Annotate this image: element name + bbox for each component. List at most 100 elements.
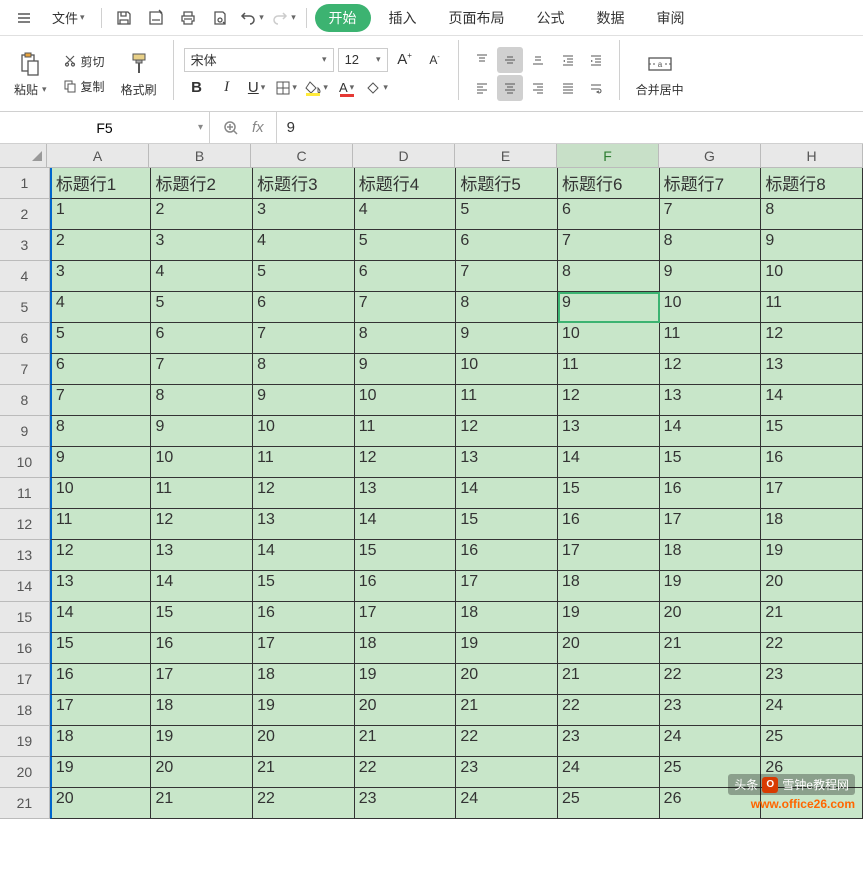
paste-button[interactable]: 粘贴▾ xyxy=(8,45,53,102)
cell[interactable]: 22 xyxy=(761,633,863,664)
save-as-button[interactable] xyxy=(142,4,170,32)
cell[interactable]: 21 xyxy=(660,633,762,664)
cell[interactable]: 14 xyxy=(355,509,457,540)
cell[interactable]: 23 xyxy=(355,788,457,819)
cell[interactable]: 17 xyxy=(355,602,457,633)
cell[interactable]: 23 xyxy=(558,726,660,757)
cell[interactable]: 18 xyxy=(50,726,152,757)
cell[interactable]: 标题行1 xyxy=(50,168,152,199)
cell[interactable]: 24 xyxy=(558,757,660,788)
cell[interactable]: 11 xyxy=(151,478,253,509)
cell[interactable]: 20 xyxy=(558,633,660,664)
decrease-indent-button[interactable] xyxy=(555,47,581,73)
cell[interactable]: 22 xyxy=(253,788,355,819)
cell[interactable]: 16 xyxy=(151,633,253,664)
cell[interactable]: 12 xyxy=(660,354,762,385)
cell[interactable]: 9 xyxy=(355,354,457,385)
cell[interactable]: 标题行4 xyxy=(355,168,457,199)
wrap-text-button[interactable] xyxy=(583,75,609,101)
cell[interactable]: 25 xyxy=(558,788,660,819)
cell[interactable]: 18 xyxy=(558,571,660,602)
italic-button[interactable]: I xyxy=(214,75,240,101)
cell[interactable]: 23 xyxy=(456,757,558,788)
cell[interactable]: 15 xyxy=(456,509,558,540)
cell[interactable]: 2 xyxy=(50,230,152,261)
cell[interactable]: 14 xyxy=(558,447,660,478)
name-box-input[interactable] xyxy=(0,120,209,136)
cell[interactable]: 3 xyxy=(50,261,152,292)
row-header[interactable]: 6 xyxy=(0,323,50,354)
cell[interactable]: 17 xyxy=(456,571,558,602)
cell[interactable]: 10 xyxy=(253,416,355,447)
cell[interactable]: 10 xyxy=(50,478,152,509)
increase-font-button[interactable]: A+ xyxy=(392,47,418,73)
cell[interactable]: 标题行6 xyxy=(558,168,660,199)
cell[interactable]: 15 xyxy=(50,633,152,664)
row-header[interactable]: 21 xyxy=(0,788,50,819)
cell[interactable]: 11 xyxy=(456,385,558,416)
cell[interactable]: 10 xyxy=(355,385,457,416)
cell[interactable]: 8 xyxy=(558,261,660,292)
cell[interactable]: 6 xyxy=(456,230,558,261)
tab-start[interactable]: 开始 xyxy=(315,4,371,32)
row-header[interactable]: 9 xyxy=(0,416,50,447)
orientation-button[interactable] xyxy=(555,75,581,101)
cell[interactable]: 10 xyxy=(558,323,660,354)
cell[interactable]: 10 xyxy=(660,292,762,323)
cell[interactable]: 22 xyxy=(355,757,457,788)
cell[interactable]: 15 xyxy=(253,571,355,602)
cell[interactable]: 13 xyxy=(558,416,660,447)
cell[interactable]: 15 xyxy=(660,447,762,478)
column-header-D[interactable]: D xyxy=(353,144,455,168)
cell[interactable]: 18 xyxy=(151,695,253,726)
trace-icon[interactable] xyxy=(222,119,240,137)
cell[interactable]: 11 xyxy=(355,416,457,447)
cell[interactable]: 14 xyxy=(456,478,558,509)
print-button[interactable] xyxy=(174,4,202,32)
column-header-G[interactable]: G xyxy=(659,144,761,168)
column-header-E[interactable]: E xyxy=(455,144,557,168)
cell[interactable]: 13 xyxy=(660,385,762,416)
cell[interactable]: 11 xyxy=(558,354,660,385)
border-button[interactable]: ▾ xyxy=(274,75,300,101)
cell[interactable]: 7 xyxy=(50,385,152,416)
cell[interactable]: 17 xyxy=(253,633,355,664)
row-header[interactable]: 19 xyxy=(0,726,50,757)
cell[interactable]: 20 xyxy=(660,602,762,633)
cell[interactable]: 标题行2 xyxy=(151,168,253,199)
cell[interactable]: 8 xyxy=(253,354,355,385)
cell[interactable]: 4 xyxy=(355,199,457,230)
cell[interactable]: 19 xyxy=(660,571,762,602)
cell[interactable]: 18 xyxy=(253,664,355,695)
cell[interactable]: 5 xyxy=(151,292,253,323)
cell[interactable]: 13 xyxy=(253,509,355,540)
cell[interactable]: 20 xyxy=(151,757,253,788)
cell[interactable]: 15 xyxy=(761,416,863,447)
cell[interactable]: 16 xyxy=(660,478,762,509)
name-box[interactable]: ▾ xyxy=(0,112,210,143)
cell[interactable]: 17 xyxy=(151,664,253,695)
row-header[interactable]: 11 xyxy=(0,478,50,509)
row-header[interactable]: 13 xyxy=(0,540,50,571)
cut-button[interactable]: 剪切 xyxy=(57,50,111,73)
format-painter-button[interactable]: 格式刷 xyxy=(115,45,163,102)
row-header[interactable]: 14 xyxy=(0,571,50,602)
cell[interactable]: 21 xyxy=(761,602,863,633)
cell[interactable]: 13 xyxy=(50,571,152,602)
column-header-F[interactable]: F xyxy=(557,144,659,168)
tab-formula[interactable]: 公式 xyxy=(523,2,579,34)
cell[interactable]: 9 xyxy=(761,230,863,261)
cell[interactable]: 19 xyxy=(50,757,152,788)
cell[interactable]: 8 xyxy=(355,323,457,354)
row-header[interactable]: 16 xyxy=(0,633,50,664)
cell[interactable]: 12 xyxy=(456,416,558,447)
cell[interactable]: 23 xyxy=(660,695,762,726)
cell[interactable]: 3 xyxy=(151,230,253,261)
column-header-A[interactable]: A xyxy=(47,144,149,168)
cell[interactable]: 标题行8 xyxy=(761,168,863,199)
cell[interactable]: 7 xyxy=(253,323,355,354)
cell[interactable]: 15 xyxy=(355,540,457,571)
cell[interactable]: 8 xyxy=(456,292,558,323)
cell[interactable]: 16 xyxy=(558,509,660,540)
cell[interactable]: 17 xyxy=(50,695,152,726)
